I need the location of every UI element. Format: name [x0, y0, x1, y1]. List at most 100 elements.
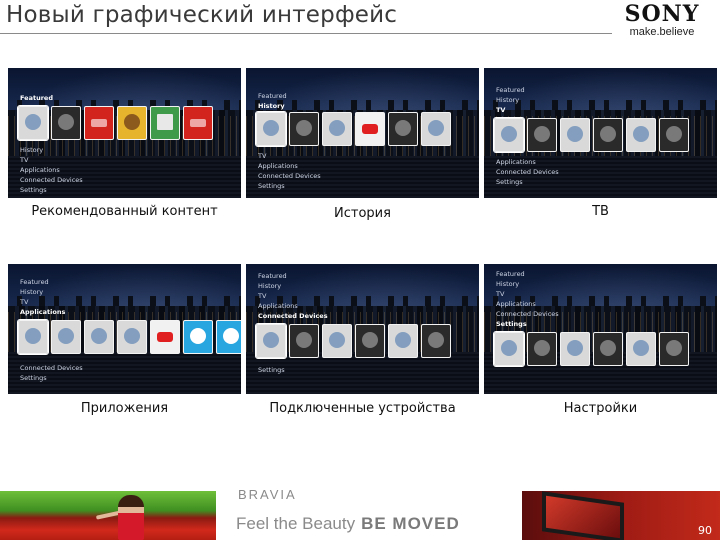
menu-item-connected-devices: Connected Devices — [258, 312, 328, 320]
tile-row — [17, 105, 213, 141]
title-divider — [0, 33, 612, 34]
menu-item-applications: Applications — [496, 158, 536, 166]
menu-item-settings: Settings — [20, 374, 47, 382]
menu-item-settings: Settings — [258, 366, 285, 374]
tile-thumb — [51, 320, 81, 354]
screenshot-featured: Featured History TV Applications Connect… — [8, 68, 241, 198]
menu-item-applications: Applications — [496, 300, 536, 308]
menu-item-applications: Applications — [20, 308, 66, 316]
tile-thumb — [117, 106, 147, 140]
footer-photo-tv: 90 — [522, 491, 720, 540]
tile-thumb — [17, 105, 49, 141]
tile-thumb — [255, 111, 287, 147]
tile-row — [493, 117, 689, 153]
screenshot-applications: Featured History TV Applications Connect… — [8, 264, 241, 394]
menu-item-featured: Featured — [496, 270, 525, 278]
menu-item-featured: Featured — [258, 272, 287, 280]
screenshot-settings: Featured History TV Applications Connect… — [484, 264, 717, 394]
tile-row — [493, 331, 689, 367]
tile-row — [17, 319, 241, 355]
photo-woman — [118, 495, 144, 540]
caption-settings: Настройки — [563, 401, 638, 416]
tile-thumb — [289, 112, 319, 146]
tile-thumb — [560, 332, 590, 366]
screenshot-tv: Featured History TV Applications Connect… — [484, 68, 717, 198]
caption-history: История — [334, 206, 391, 221]
menu-item-connected-devices: Connected Devices — [496, 168, 559, 176]
caption-featured: Рекомендованный контент — [31, 204, 218, 219]
tagline-bold: BE MOVED — [361, 514, 460, 533]
tile-thumb — [322, 324, 352, 358]
tile-row — [255, 323, 451, 359]
tile-thumb — [84, 320, 114, 354]
menu-item-history: History — [496, 280, 520, 288]
tile-thumb — [493, 117, 525, 153]
tile-thumb — [150, 320, 180, 354]
tile-thumb — [150, 106, 180, 140]
tile-thumb — [183, 106, 213, 140]
tile-thumb — [593, 118, 623, 152]
tile-thumb — [355, 112, 385, 146]
tile-thumb — [216, 320, 241, 354]
tile-thumb — [84, 106, 114, 140]
caption-applications: Приложения — [80, 401, 169, 416]
menu-item-featured: Featured — [20, 278, 49, 286]
footer-photo-poppy-field — [0, 491, 216, 540]
menu-item-history: History — [258, 282, 282, 290]
screenshot-connected-devices: Featured History TV Applications Connect… — [246, 264, 479, 394]
logo-brand: SONY — [624, 1, 700, 27]
menu-item-featured: Featured — [258, 92, 287, 100]
tile-thumb — [626, 118, 656, 152]
menu-item-applications: Applications — [258, 162, 298, 170]
footer-tagline: Feel the Beauty BE MOVED — [236, 514, 460, 534]
tile-thumb — [421, 112, 451, 146]
menu-item-applications: Applications — [20, 166, 60, 174]
menu-item-connected-devices: Connected Devices — [496, 310, 559, 318]
menu-item-tv: TV — [20, 156, 29, 164]
page-number: 90 — [698, 524, 712, 537]
tagline-text: Feel the Beauty — [236, 514, 356, 533]
tile-thumb — [388, 112, 418, 146]
menu-item-settings: Settings — [496, 178, 523, 186]
tile-thumb — [626, 332, 656, 366]
menu-item-tv: TV — [258, 292, 267, 300]
menu-item-tv: TV — [258, 152, 267, 160]
menu-item-applications: Applications — [258, 302, 298, 310]
tile-thumb — [51, 106, 81, 140]
tile-thumb — [183, 320, 213, 354]
slide-title: Новый графический интерфейс — [6, 2, 398, 28]
photo-tv-set — [542, 491, 624, 540]
tile-thumb — [117, 320, 147, 354]
logo-tagline: make.believe — [629, 26, 695, 38]
tile-thumb — [493, 331, 525, 367]
tile-thumb — [421, 324, 451, 358]
tile-thumb — [322, 112, 352, 146]
sony-logo: SONY make.believe — [612, 2, 712, 38]
menu-item-settings: Settings — [496, 320, 527, 328]
menu-item-history: History — [20, 288, 44, 296]
menu-item-history: History — [20, 146, 44, 154]
menu-item-history: History — [258, 102, 285, 110]
tile-thumb — [659, 118, 689, 152]
tile-row — [255, 111, 451, 147]
tile-thumb — [659, 332, 689, 366]
menu-item-featured: Featured — [20, 94, 53, 102]
menu-item-settings: Settings — [258, 182, 285, 190]
tile-thumb — [255, 323, 287, 359]
tile-thumb — [560, 118, 590, 152]
tile-thumb — [527, 332, 557, 366]
tile-thumb — [17, 319, 49, 355]
tile-thumb — [355, 324, 385, 358]
water-reflection — [8, 352, 241, 394]
bravia-wordmark: BRAVIA — [238, 487, 297, 502]
menu-item-tv: TV — [496, 290, 505, 298]
tile-thumb — [593, 332, 623, 366]
menu-item-connected-devices: Connected Devices — [20, 176, 83, 184]
tile-thumb — [527, 118, 557, 152]
screenshot-history: Featured History TV Applications Connect… — [246, 68, 479, 198]
caption-tv: ТВ — [592, 204, 609, 219]
menu-item-history: History — [496, 96, 520, 104]
menu-item-tv: TV — [20, 298, 29, 306]
menu-item-featured: Featured — [496, 86, 525, 94]
caption-connected-devices: Подключенные устройства — [269, 401, 456, 416]
